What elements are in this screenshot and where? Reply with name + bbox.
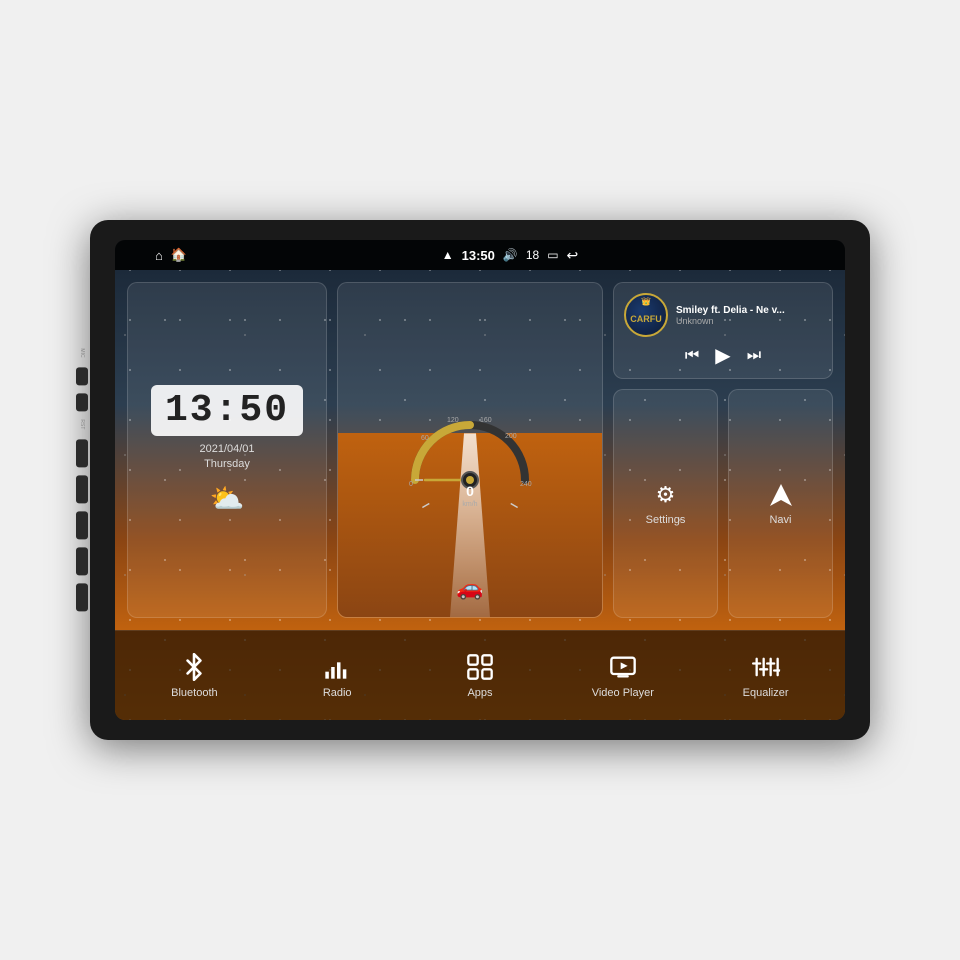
speedometer-svg: 0 60 120 160 200 240 0 km/h [395, 380, 545, 510]
status-bar: ⌂ 🏠 ▲ 13:50 🔊 18 ▭ ↩ [115, 240, 845, 270]
next-button[interactable]: ⏭ [747, 347, 761, 365]
video-player-icon [609, 653, 637, 681]
apps-item[interactable]: Apps [409, 653, 552, 699]
home-icon: ⌂ [155, 248, 163, 263]
video-player-item[interactable]: Video Player [551, 653, 694, 699]
navi-label: Navi [769, 514, 791, 526]
music-artist: Unknown [676, 316, 822, 326]
clock-date: 2021/04/01 Thursday [199, 442, 254, 473]
clock-widget: 13:50 2021/04/01 Thursday ⛅ [127, 282, 327, 618]
main-content: 13:50 2021/04/01 Thursday ⛅ [115, 270, 845, 720]
back-icon: ↩ [567, 247, 579, 264]
music-info: Smiley ft. Delia - Ne v... Unknown [676, 305, 822, 326]
settings-label: Settings [646, 514, 686, 526]
clock-display: 13:50 [151, 385, 303, 436]
music-widget[interactable]: 👑 CARFU Smiley ft. Delia - Ne v... Unkno… [613, 282, 833, 379]
crown-icon: 👑 [641, 297, 651, 306]
volume-icon: 🔊 [503, 248, 518, 262]
music-top: 👑 CARFU Smiley ft. Delia - Ne v... Unkno… [624, 293, 822, 337]
rst-label: RST [79, 420, 85, 430]
album-art: 👑 CARFU [624, 293, 668, 337]
svg-text:200: 200 [505, 433, 517, 440]
status-center: ▲ 13:50 🔊 18 ▭ ↩ [442, 247, 579, 264]
video-player-label: Video Player [592, 687, 654, 699]
svg-text:km/h: km/h [462, 501, 477, 508]
radio-item[interactable]: Radio [266, 653, 409, 699]
settings-icon: ⚙ [656, 482, 676, 508]
apps-label: Apps [467, 687, 492, 699]
nav-settings-row: ⚙ Settings Navi [613, 389, 833, 618]
svg-text:0: 0 [409, 481, 413, 488]
play-button[interactable]: ▶ [715, 343, 730, 368]
car-icon: 🚗 [456, 575, 483, 601]
svg-text:160: 160 [480, 417, 492, 424]
album-label: CARFU [630, 314, 662, 324]
prev-button[interactable]: ⏮ [685, 347, 699, 365]
side-buttons: MIC RST [76, 348, 88, 611]
svg-text:240: 240 [520, 481, 532, 488]
window-icon: ▭ [547, 248, 558, 262]
music-controls: ⏮ ▶ ⏭ [624, 343, 822, 368]
top-widgets: 13:50 2021/04/01 Thursday ⛅ [115, 270, 845, 630]
navi-icon [768, 482, 794, 508]
navi-widget[interactable]: Navi [728, 389, 833, 618]
apps-icon [466, 653, 494, 681]
side-button-1[interactable] [76, 368, 88, 386]
wifi-icon: ▲ [442, 248, 454, 262]
side-button-vol-down[interactable] [76, 584, 88, 612]
side-button-2[interactable] [76, 394, 88, 412]
bluetooth-icon [180, 653, 208, 681]
equalizer-icon [752, 653, 780, 681]
bluetooth-label: Bluetooth [171, 687, 217, 699]
radio-label: Radio [323, 687, 352, 699]
side-button-vol-up[interactable] [76, 548, 88, 576]
car-stereo-device: MIC RST ⌂ 🏠 ▲ 13:50 🔊 18 ▭ ↩ [90, 220, 870, 740]
side-button-home[interactable] [76, 476, 88, 504]
svg-text:120: 120 [447, 417, 459, 424]
volume-level: 18 [526, 248, 539, 262]
right-widgets: 👑 CARFU Smiley ft. Delia - Ne v... Unkno… [613, 282, 833, 618]
side-button-back[interactable] [76, 512, 88, 540]
main-screen: ⌂ 🏠 ▲ 13:50 🔊 18 ▭ ↩ 13:50 2021 [115, 240, 845, 720]
mic-label: MIC [79, 348, 85, 357]
house-icon: 🏠 [171, 247, 187, 263]
speedometer-widget: 0 60 120 160 200 240 0 km/h [337, 282, 603, 618]
weather-icon: ⛅ [210, 482, 245, 515]
equalizer-item[interactable]: Equalizer [694, 653, 837, 699]
status-left: ⌂ 🏠 [155, 247, 187, 263]
side-button-power[interactable] [76, 440, 88, 468]
radio-icon [323, 653, 351, 681]
svg-text:0: 0 [466, 483, 474, 499]
bottom-bar: Bluetooth Radio [115, 630, 845, 720]
status-time: 13:50 [462, 248, 495, 263]
equalizer-label: Equalizer [743, 687, 789, 699]
bluetooth-item[interactable]: Bluetooth [123, 653, 266, 699]
music-title: Smiley ft. Delia - Ne v... [676, 305, 822, 316]
settings-widget[interactable]: ⚙ Settings [613, 389, 718, 618]
svg-text:60: 60 [421, 435, 429, 442]
